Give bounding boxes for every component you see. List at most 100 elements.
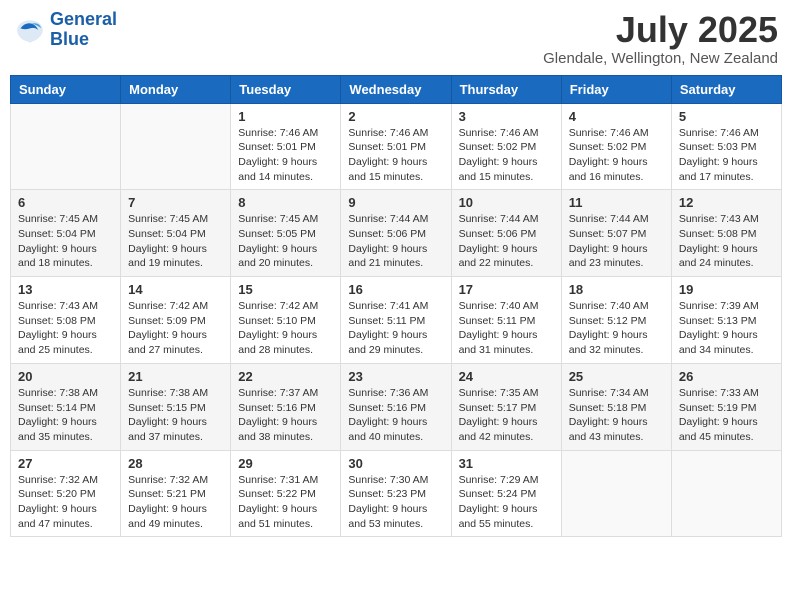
day-number: 23 <box>348 369 443 384</box>
day-number: 29 <box>238 456 333 471</box>
day-info: Sunrise: 7:46 AM Sunset: 5:01 PM Dayligh… <box>348 126 443 185</box>
calendar-cell <box>671 450 781 537</box>
day-number: 5 <box>679 109 774 124</box>
logo-icon <box>14 14 46 46</box>
day-info: Sunrise: 7:42 AM Sunset: 5:10 PM Dayligh… <box>238 299 333 358</box>
day-info: Sunrise: 7:43 AM Sunset: 5:08 PM Dayligh… <box>18 299 113 358</box>
calendar-cell: 11Sunrise: 7:44 AM Sunset: 5:07 PM Dayli… <box>561 190 671 277</box>
calendar-cell: 29 Sunrise: 7:31 AM Sunset: 5:22 PM Dayli… <box>231 450 341 537</box>
calendar-cell: 12 Sunrise: 7:43 AM Sunset: 5:08 PM Dayli… <box>671 190 781 277</box>
calendar-cell: 13 Sunrise: 7:43 AM Sunset: 5:08 PM Dayli… <box>11 277 121 364</box>
calendar-cell: 18Sunrise: 7:40 AM Sunset: 5:12 PM Dayli… <box>561 277 671 364</box>
week-row-3: 13 Sunrise: 7:43 AM Sunset: 5:08 PM Dayli… <box>11 277 782 364</box>
day-number: 14 <box>128 282 223 297</box>
day-number: 1 <box>238 109 333 124</box>
day-info: Sunrise: 7:46 AM Sunset: 5:01 PM Dayligh… <box>238 126 333 185</box>
weekday-header-monday: Monday <box>121 75 231 103</box>
location: Glendale, Wellington, New Zealand <box>543 50 778 67</box>
day-info: Sunrise: 7:46 AM Sunset: 5:03 PM Dayligh… <box>679 126 774 185</box>
weekday-header-friday: Friday <box>561 75 671 103</box>
week-row-2: 6 Sunrise: 7:45 AM Sunset: 5:04 PM Daylig… <box>11 190 782 277</box>
day-number: 15 <box>238 282 333 297</box>
day-info: Sunrise: 7:46 AM Sunset: 5:02 PM Dayligh… <box>569 126 664 185</box>
calendar-cell: 16 Sunrise: 7:41 AM Sunset: 5:11 PM Dayli… <box>341 277 451 364</box>
day-number: 22 <box>238 369 333 384</box>
day-info: Sunrise: 7:40 AM Sunset: 5:11 PM Dayligh… <box>459 299 554 358</box>
day-number: 24 <box>459 369 554 384</box>
day-info: Sunrise: 7:29 AM Sunset: 5:24 PM Dayligh… <box>459 473 554 532</box>
day-number: 30 <box>348 456 443 471</box>
day-info: Sunrise: 7:34 AM Sunset: 5:18 PM Dayligh… <box>569 386 664 445</box>
calendar-cell: 1 Sunrise: 7:46 AM Sunset: 5:01 PM Daylig… <box>231 103 341 190</box>
day-number: 6 <box>18 195 113 210</box>
day-info: Sunrise: 7:43 AM Sunset: 5:08 PM Dayligh… <box>679 212 774 271</box>
day-number: 4 <box>569 109 664 124</box>
weekday-header-tuesday: Tuesday <box>231 75 341 103</box>
weekday-header-row: SundayMondayTuesdayWednesdayThursdayFrid… <box>11 75 782 103</box>
day-info: Sunrise: 7:45 AM Sunset: 5:04 PM Dayligh… <box>128 212 223 271</box>
calendar-cell: 28 Sunrise: 7:32 AM Sunset: 5:21 PM Dayli… <box>121 450 231 537</box>
day-number: 12 <box>679 195 774 210</box>
day-number: 19 <box>679 282 774 297</box>
day-info: Sunrise: 7:39 AM Sunset: 5:13 PM Dayligh… <box>679 299 774 358</box>
calendar-cell: 21Sunrise: 7:38 AM Sunset: 5:15 PM Dayli… <box>121 363 231 450</box>
calendar-cell: 30 Sunrise: 7:30 AM Sunset: 5:23 PM Dayli… <box>341 450 451 537</box>
day-number: 2 <box>348 109 443 124</box>
day-number: 3 <box>459 109 554 124</box>
logo-text: General Blue <box>50 10 117 50</box>
calendar: SundayMondayTuesdayWednesdayThursdayFrid… <box>10 75 782 538</box>
weekday-header-wednesday: Wednesday <box>341 75 451 103</box>
calendar-cell: 6 Sunrise: 7:45 AM Sunset: 5:04 PM Daylig… <box>11 190 121 277</box>
day-number: 20 <box>18 369 113 384</box>
day-info: Sunrise: 7:30 AM Sunset: 5:23 PM Dayligh… <box>348 473 443 532</box>
day-info: Sunrise: 7:44 AM Sunset: 5:06 PM Dayligh… <box>348 212 443 271</box>
day-info: Sunrise: 7:40 AM Sunset: 5:12 PM Dayligh… <box>569 299 664 358</box>
day-info: Sunrise: 7:33 AM Sunset: 5:19 PM Dayligh… <box>679 386 774 445</box>
calendar-cell: 8Sunrise: 7:45 AM Sunset: 5:05 PM Daylig… <box>231 190 341 277</box>
day-number: 10 <box>459 195 554 210</box>
day-info: Sunrise: 7:36 AM Sunset: 5:16 PM Dayligh… <box>348 386 443 445</box>
day-number: 17 <box>459 282 554 297</box>
day-info: Sunrise: 7:44 AM Sunset: 5:07 PM Dayligh… <box>569 212 664 271</box>
calendar-cell: 9 Sunrise: 7:44 AM Sunset: 5:06 PM Daylig… <box>341 190 451 277</box>
weekday-header-thursday: Thursday <box>451 75 561 103</box>
day-info: Sunrise: 7:45 AM Sunset: 5:04 PM Dayligh… <box>18 212 113 271</box>
calendar-cell <box>121 103 231 190</box>
day-number: 16 <box>348 282 443 297</box>
weekday-header-saturday: Saturday <box>671 75 781 103</box>
week-row-5: 27 Sunrise: 7:32 AM Sunset: 5:20 PM Dayli… <box>11 450 782 537</box>
calendar-cell <box>561 450 671 537</box>
calendar-cell: 7Sunrise: 7:45 AM Sunset: 5:04 PM Daylig… <box>121 190 231 277</box>
month-title: July 2025 <box>543 10 778 50</box>
day-number: 28 <box>128 456 223 471</box>
week-row-4: 20 Sunrise: 7:38 AM Sunset: 5:14 PM Dayli… <box>11 363 782 450</box>
calendar-cell: 10 Sunrise: 7:44 AM Sunset: 5:06 PM Dayli… <box>451 190 561 277</box>
calendar-cell: 5 Sunrise: 7:46 AM Sunset: 5:03 PM Daylig… <box>671 103 781 190</box>
day-info: Sunrise: 7:37 AM Sunset: 5:16 PM Dayligh… <box>238 386 333 445</box>
day-info: Sunrise: 7:32 AM Sunset: 5:21 PM Dayligh… <box>128 473 223 532</box>
calendar-cell: 20 Sunrise: 7:38 AM Sunset: 5:14 PM Dayli… <box>11 363 121 450</box>
day-number: 27 <box>18 456 113 471</box>
day-info: Sunrise: 7:41 AM Sunset: 5:11 PM Dayligh… <box>348 299 443 358</box>
calendar-cell: 31 Sunrise: 7:29 AM Sunset: 5:24 PM Dayli… <box>451 450 561 537</box>
weekday-header-sunday: Sunday <box>11 75 121 103</box>
calendar-cell: 24Sunrise: 7:35 AM Sunset: 5:17 PM Dayli… <box>451 363 561 450</box>
calendar-cell: 27 Sunrise: 7:32 AM Sunset: 5:20 PM Dayli… <box>11 450 121 537</box>
day-number: 13 <box>18 282 113 297</box>
title-block: July 2025 Glendale, Wellington, New Zeal… <box>543 10 778 67</box>
calendar-cell: 19 Sunrise: 7:39 AM Sunset: 5:13 PM Dayli… <box>671 277 781 364</box>
day-number: 9 <box>348 195 443 210</box>
week-row-1: 1 Sunrise: 7:46 AM Sunset: 5:01 PM Daylig… <box>11 103 782 190</box>
day-info: Sunrise: 7:46 AM Sunset: 5:02 PM Dayligh… <box>459 126 554 185</box>
calendar-cell: 25Sunrise: 7:34 AM Sunset: 5:18 PM Dayli… <box>561 363 671 450</box>
calendar-cell: 22 Sunrise: 7:37 AM Sunset: 5:16 PM Dayli… <box>231 363 341 450</box>
day-info: Sunrise: 7:44 AM Sunset: 5:06 PM Dayligh… <box>459 212 554 271</box>
day-info: Sunrise: 7:31 AM Sunset: 5:22 PM Dayligh… <box>238 473 333 532</box>
logo: General Blue <box>14 10 117 50</box>
day-number: 21 <box>128 369 223 384</box>
day-info: Sunrise: 7:38 AM Sunset: 5:14 PM Dayligh… <box>18 386 113 445</box>
day-number: 31 <box>459 456 554 471</box>
calendar-cell: 15 Sunrise: 7:42 AM Sunset: 5:10 PM Dayli… <box>231 277 341 364</box>
calendar-cell: 2 Sunrise: 7:46 AM Sunset: 5:01 PM Daylig… <box>341 103 451 190</box>
day-info: Sunrise: 7:32 AM Sunset: 5:20 PM Dayligh… <box>18 473 113 532</box>
